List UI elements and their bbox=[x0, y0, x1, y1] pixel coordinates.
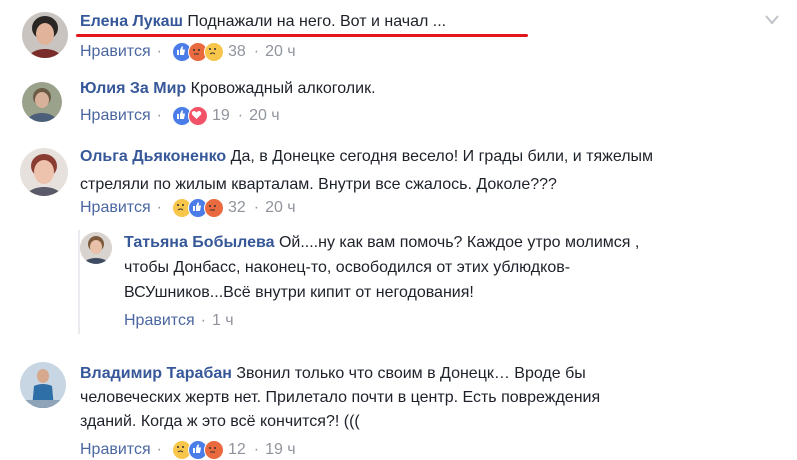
comment-author[interactable]: Елена Лукаш bbox=[80, 13, 183, 30]
reply-text: Татьяна Бобылева Ой....ну как вам помочь… bbox=[124, 231, 784, 305]
reactions[interactable] bbox=[171, 42, 224, 62]
comment-text: Ольга Дьяконенко Да, в Донецке сегодня в… bbox=[80, 145, 780, 197]
like-button[interactable]: Нравится bbox=[80, 440, 151, 460]
comment-actions: Нравится · 12 · 19 ч bbox=[80, 440, 296, 460]
angry-icon bbox=[203, 198, 224, 218]
reaction-count[interactable]: 19 bbox=[212, 106, 230, 126]
like-button[interactable]: Нравится bbox=[80, 42, 151, 62]
comment-text: Юлия За Мир Кровожадный алкоголик. bbox=[80, 77, 376, 101]
separator: · bbox=[156, 199, 162, 216]
comment-body: Кровожадный алкоголик. bbox=[190, 80, 376, 97]
like-button[interactable]: Нравится bbox=[124, 311, 195, 331]
separator: · bbox=[156, 43, 162, 60]
love-icon bbox=[187, 106, 208, 126]
reaction-count[interactable]: 38 bbox=[228, 42, 246, 62]
comment-body-line2: стреляли по жилым кварталам. Внутри все … bbox=[80, 176, 557, 193]
separator: · bbox=[253, 43, 260, 60]
separator: · bbox=[156, 107, 162, 124]
chevron-down-icon[interactable] bbox=[765, 12, 779, 28]
reaction-count[interactable]: 12 bbox=[228, 440, 246, 460]
comment-actions: Нравится · 32 · 20 ч bbox=[80, 198, 296, 218]
comment-time[interactable]: 19 ч bbox=[265, 440, 296, 460]
comment-time[interactable]: 20 ч bbox=[249, 106, 280, 126]
comment-text: Елена Лукаш Поднажали на него. Вот и нач… bbox=[80, 10, 446, 34]
reactions[interactable] bbox=[171, 198, 224, 218]
comment-body-line2: чтобы Донбасс, наконец-то, освободился о… bbox=[124, 259, 571, 276]
separator: · bbox=[253, 441, 260, 458]
comment-body-line3: ВСУшников...Всё внутри кипит от негодова… bbox=[124, 284, 474, 301]
like-button[interactable]: Нравится bbox=[80, 106, 151, 126]
reactions[interactable] bbox=[171, 106, 208, 126]
avatar[interactable] bbox=[20, 148, 68, 196]
comment-text: Владимир Тарабан Звонил только что своим… bbox=[80, 362, 780, 434]
avatar[interactable] bbox=[20, 362, 66, 408]
separator: · bbox=[156, 441, 162, 458]
comment-author[interactable]: Юлия За Мир bbox=[80, 80, 186, 97]
like-button[interactable]: Нравится bbox=[80, 198, 151, 218]
comment-author[interactable]: Ольга Дьяконенко bbox=[80, 148, 226, 165]
sad-icon bbox=[203, 42, 224, 62]
comment-body: Поднажали на него. Вот и начал ... bbox=[187, 13, 447, 30]
comment-time[interactable]: 20 ч bbox=[265, 42, 296, 62]
comment-body-line3: зданий. Когда ж это всё кончится?! ((( bbox=[80, 413, 360, 430]
avatar[interactable] bbox=[22, 12, 68, 58]
comment-body-line1: Ой....ну как вам помочь? Каждое утро мол… bbox=[278, 234, 640, 251]
comment-time[interactable]: 1 ч bbox=[212, 311, 234, 331]
comment-actions: Нравится · 1 ч bbox=[124, 311, 234, 331]
comment-author[interactable]: Татьяна Бобылева bbox=[124, 234, 274, 251]
comment-actions: Нравится · 38 · 20 ч bbox=[80, 42, 296, 62]
red-underline bbox=[76, 34, 528, 37]
separator: · bbox=[200, 312, 206, 329]
separator: · bbox=[237, 107, 244, 124]
comment-actions: Нравится · 19 · 20 ч bbox=[80, 106, 280, 126]
reactions[interactable] bbox=[171, 440, 224, 460]
angry-icon bbox=[203, 440, 224, 460]
comment-body-line1: Звонил только что своим в Донецк… Вроде … bbox=[236, 365, 586, 382]
reaction-count[interactable]: 32 bbox=[228, 198, 246, 218]
avatar[interactable] bbox=[80, 232, 112, 264]
comment-body-line2: человеческих жертв нет. Прилетало почти … bbox=[80, 389, 601, 406]
comment-author[interactable]: Владимир Тарабан bbox=[80, 365, 232, 382]
comment-body-line1: Да, в Донецке сегодня весело! И грады би… bbox=[230, 148, 654, 165]
avatar[interactable] bbox=[22, 82, 62, 122]
separator: · bbox=[253, 199, 260, 216]
comment-time[interactable]: 20 ч bbox=[265, 198, 296, 218]
